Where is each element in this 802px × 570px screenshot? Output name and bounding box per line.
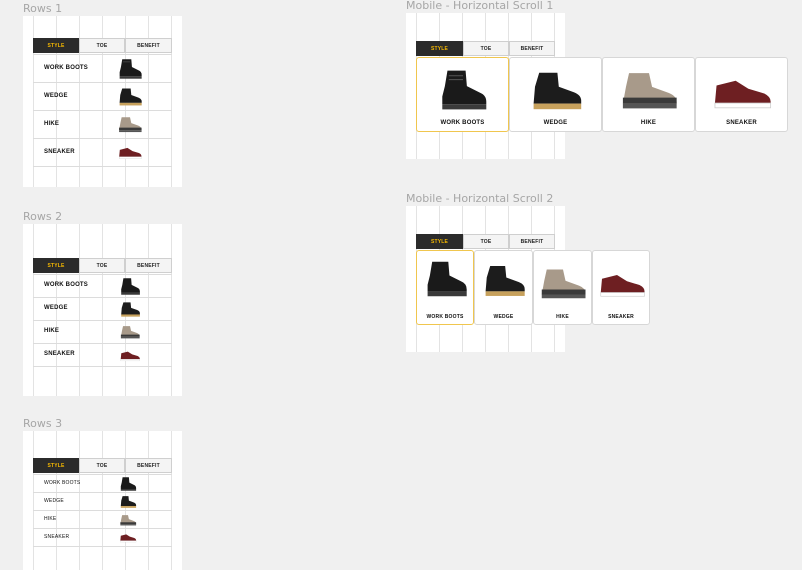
tab-style[interactable]: STYLE (416, 234, 463, 249)
tab-style[interactable]: STYLE (33, 38, 79, 53)
work-boot-image (442, 70, 487, 110)
tab-benefit[interactable]: BENEFIT (509, 234, 555, 249)
work-boot-image (121, 278, 140, 295)
tab-toe[interactable]: TOE (463, 41, 509, 56)
wedge-boot-image (120, 496, 137, 508)
row-label: HIKE (44, 121, 60, 127)
hike-boot-image (622, 73, 677, 109)
row-divider (33, 366, 172, 396)
tab-benefit[interactable]: BENEFIT (125, 458, 172, 473)
row-label: WORK BOOTS (44, 65, 88, 71)
style-card-work-boots[interactable]: WORK BOOTS (416, 250, 474, 325)
card-label: HIKE (556, 314, 569, 320)
row-label: WEDGE (44, 93, 68, 99)
list-item[interactable]: HIKE (33, 320, 172, 343)
tab-toe[interactable]: TOE (79, 458, 125, 473)
card-label: SNEAKER (608, 314, 634, 320)
wedge-boot-image (485, 266, 525, 296)
hike-boot-image (120, 515, 137, 526)
style-card-hike[interactable]: HIKE (602, 57, 695, 132)
tab-toe[interactable]: TOE (79, 258, 125, 273)
wedge-boot-image (119, 88, 142, 106)
hike-boot-image (119, 117, 142, 133)
row-divider (33, 546, 172, 570)
hike-boot-image (541, 269, 586, 299)
style-card-sneaker[interactable]: SNEAKER (695, 57, 788, 132)
list-item[interactable]: SNEAKER (33, 528, 172, 546)
work-boot-image (427, 261, 467, 297)
sneaker-image (600, 275, 645, 297)
style-card-wedge[interactable]: WEDGE (474, 250, 533, 325)
style-row-list: WORK BOOTS WEDGE HIKE SNEAKER (33, 474, 172, 570)
list-item[interactable]: WEDGE (33, 492, 172, 510)
list-item[interactable]: SNEAKER (33, 138, 172, 166)
card-label: SNEAKER (726, 120, 757, 126)
row-label: WEDGE (44, 305, 68, 311)
frame-label-rows-1: Rows 1 (23, 2, 63, 15)
wedge-boot-image (533, 72, 582, 110)
list-item[interactable]: WEDGE (33, 297, 172, 320)
tab-benefit[interactable]: BENEFIT (125, 38, 172, 53)
work-boot-image (119, 59, 142, 79)
tab-bar: STYLE TOE BENEFIT (33, 458, 172, 473)
list-item[interactable]: WORK BOOTS (33, 474, 172, 492)
list-item[interactable]: HIKE (33, 110, 172, 138)
tab-style[interactable]: STYLE (416, 41, 463, 56)
work-boot-image (120, 477, 137, 491)
wedge-boot-image (121, 302, 140, 317)
tab-style[interactable]: STYLE (33, 258, 79, 273)
style-card-wedge[interactable]: WEDGE (509, 57, 602, 132)
row-label: HIKE (44, 328, 60, 334)
list-item[interactable]: HIKE (33, 510, 172, 528)
row-label: SNEAKER (44, 534, 70, 540)
style-row-list: WORK BOOTS WEDGE HIKE SNEAKER (33, 274, 172, 396)
style-card-work-boots[interactable]: WORK BOOTS (416, 57, 509, 132)
card-label: WEDGE (493, 314, 514, 320)
frame-rows-1: STYLE TOE BENEFIT WORK BOOTS WEDGE HIKE (23, 16, 182, 187)
card-label: WORK BOOTS (426, 314, 464, 320)
tab-style[interactable]: STYLE (33, 458, 79, 473)
frame-label-mobile-2: Mobile - Horizontal Scroll 2 (406, 192, 554, 205)
sneaker-image (120, 351, 140, 362)
frame-rows-2: STYLE TOE BENEFIT WORK BOOTS WEDGE HIKE (23, 224, 182, 396)
style-card-sneaker[interactable]: SNEAKER (592, 250, 650, 325)
card-label: WEDGE (543, 120, 568, 126)
sneaker-image (714, 80, 772, 109)
tab-bar: STYLE TOE BENEFIT (33, 38, 172, 53)
list-item[interactable]: WORK BOOTS (33, 274, 172, 297)
frame-label-rows-3: Rows 3 (23, 417, 63, 430)
card-label: HIKE (640, 120, 657, 126)
row-label: WORK BOOTS (44, 282, 88, 288)
sneaker-image (119, 147, 142, 159)
card-label: WORK BOOTS (440, 120, 485, 126)
row-label: SNEAKER (44, 351, 75, 357)
list-item[interactable]: SNEAKER (33, 343, 172, 366)
tab-benefit[interactable]: BENEFIT (509, 41, 555, 56)
list-item[interactable]: WORK BOOTS (33, 54, 172, 82)
row-label: WEDGE (44, 498, 64, 504)
frame-label-rows-2: Rows 2 (23, 210, 63, 223)
tab-bar: STYLE TOE BENEFIT (416, 41, 555, 56)
style-row-list: WORK BOOTS WEDGE HIKE SNEAKER (33, 54, 172, 186)
row-label: SNEAKER (44, 149, 75, 155)
tab-toe[interactable]: TOE (79, 38, 125, 53)
frame-label-mobile-1: Mobile - Horizontal Scroll 1 (406, 0, 554, 12)
hike-boot-image (120, 326, 140, 339)
list-item[interactable]: WEDGE (33, 82, 172, 110)
row-label: WORK BOOTS (44, 480, 81, 486)
tab-bar: STYLE TOE BENEFIT (416, 234, 555, 249)
row-divider (33, 166, 172, 186)
style-card-hike[interactable]: HIKE (533, 250, 592, 325)
tab-bar: STYLE TOE BENEFIT (33, 258, 172, 273)
tab-benefit[interactable]: BENEFIT (125, 258, 172, 273)
tab-toe[interactable]: TOE (463, 234, 509, 249)
frame-rows-3: STYLE TOE BENEFIT WORK BOOTS WEDGE HIKE (23, 431, 182, 570)
sneaker-image (120, 534, 137, 543)
row-label: HIKE (44, 516, 57, 522)
